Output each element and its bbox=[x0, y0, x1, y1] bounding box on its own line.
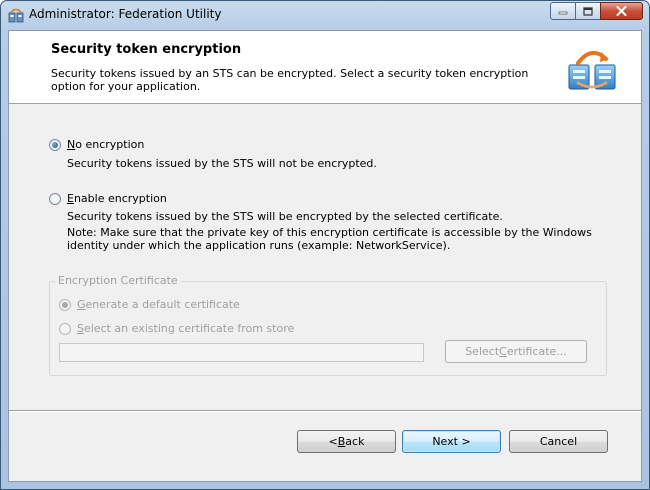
wizard-client-area: Security token encryption Security token… bbox=[8, 30, 642, 482]
next-button[interactable]: Next > bbox=[402, 430, 501, 453]
enable-encryption-label-text: nable encryption bbox=[73, 192, 167, 205]
back-button[interactable]: < Back bbox=[297, 430, 396, 453]
minimize-icon bbox=[558, 11, 568, 15]
footer-separator bbox=[9, 410, 641, 412]
select-certificate-button[interactable]: Select Certificate... bbox=[445, 340, 587, 363]
maximize-button[interactable] bbox=[575, 2, 601, 20]
title-bar[interactable]: Administrator: Federation Utility bbox=[1, 1, 649, 29]
enable-encryption-mnemonic: E bbox=[67, 192, 74, 205]
generate-default-certificate-radio[interactable] bbox=[59, 299, 71, 311]
encryption-certificate-group-title: Encryption Certificate bbox=[55, 274, 181, 287]
select-certificate-mnemonic: C bbox=[499, 345, 507, 358]
wizard-header: Security token encryption Security token… bbox=[9, 31, 641, 104]
back-label-post: ack bbox=[345, 435, 365, 448]
enable-encryption-description: Security tokens issued by the STS will b… bbox=[67, 210, 503, 223]
select-existing-certificate-label[interactable]: Select an existing certificate from stor… bbox=[77, 322, 294, 335]
select-certificate-label-post: ertificate... bbox=[506, 345, 567, 358]
select-certificate-label-pre: Select bbox=[465, 345, 500, 358]
back-mnemonic: B bbox=[337, 435, 346, 448]
no-encryption-mnemonic: N bbox=[67, 138, 76, 151]
minimize-button[interactable] bbox=[550, 2, 576, 20]
maximize-icon bbox=[583, 6, 593, 16]
select-existing-mnemonic: S bbox=[77, 322, 84, 335]
back-label-pre: < bbox=[328, 435, 338, 448]
certificate-textbox[interactable] bbox=[59, 343, 424, 362]
no-encryption-label-text: o encryption bbox=[75, 138, 145, 151]
page-title: Security token encryption bbox=[51, 42, 242, 57]
no-encryption-radio[interactable] bbox=[49, 139, 61, 151]
select-existing-certificate-radio[interactable] bbox=[59, 323, 71, 335]
cancel-button[interactable]: Cancel bbox=[509, 430, 608, 453]
federation-utility-window: Administrator: Federation Utility Securi… bbox=[0, 0, 650, 490]
page-description: Security tokens issued by an STS can be … bbox=[51, 67, 529, 93]
enable-encryption-radio[interactable] bbox=[49, 193, 61, 205]
select-existing-label-text: elect an existing certificate from store bbox=[83, 322, 295, 335]
window-title: Administrator: Federation Utility bbox=[29, 7, 222, 21]
close-button[interactable] bbox=[600, 2, 643, 20]
generate-default-label-text: enerate a default certificate bbox=[85, 298, 240, 311]
encryption-note: Note: Make sure that the private key of … bbox=[67, 226, 592, 252]
no-encryption-description: Security tokens issued by the STS will n… bbox=[67, 157, 377, 170]
generate-default-mnemonic: G bbox=[77, 298, 86, 311]
federation-icon bbox=[566, 43, 618, 91]
close-icon bbox=[616, 6, 627, 16]
app-icon bbox=[8, 7, 24, 23]
no-encryption-label[interactable]: No encryption bbox=[67, 138, 144, 151]
enable-encryption-label[interactable]: Enable encryption bbox=[67, 192, 167, 205]
generate-default-certificate-label[interactable]: Generate a default certificate bbox=[77, 298, 240, 311]
